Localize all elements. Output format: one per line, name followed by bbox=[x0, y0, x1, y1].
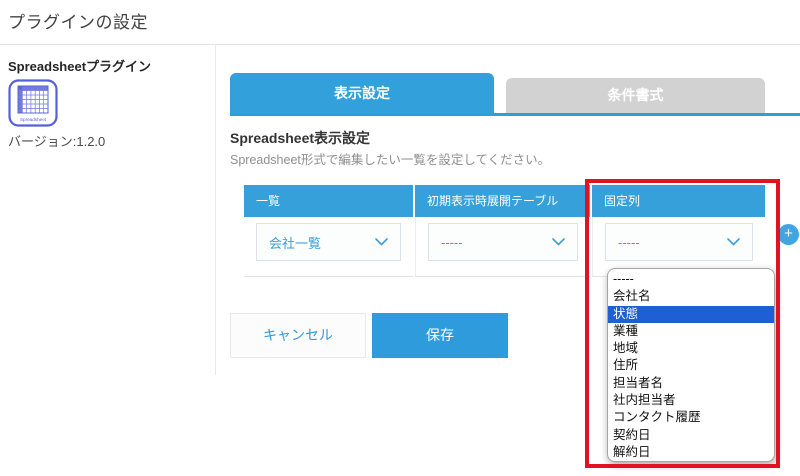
sidebar-divider bbox=[215, 45, 216, 375]
fixed-column-select[interactable]: ----- bbox=[605, 223, 753, 261]
expand-table-select-value: ----- bbox=[441, 235, 463, 250]
dropdown-option[interactable]: 会社名 bbox=[608, 288, 774, 305]
cancel-button[interactable]: キャンセル bbox=[230, 313, 366, 358]
dropdown-option[interactable]: 担当者名 bbox=[608, 375, 774, 392]
spreadsheet-plugin-icon: Spreadsheet bbox=[8, 79, 58, 127]
page-title: プラグインの設定 bbox=[8, 8, 148, 33]
list-select-value: 会社一覧 bbox=[269, 233, 321, 252]
column-header-fixed: 固定列 bbox=[592, 185, 765, 217]
config-table: 一覧 会社一覧 初期表示時展開テーブル ----- 固定列 ----- bbox=[244, 185, 765, 277]
list-select[interactable]: 会社一覧 bbox=[256, 223, 401, 261]
chevron-down-icon bbox=[552, 238, 565, 246]
chevron-down-icon bbox=[375, 238, 388, 246]
column-header-expand-table: 初期表示時展開テーブル bbox=[415, 185, 590, 217]
column-body-list: 会社一覧 bbox=[244, 217, 413, 277]
fixed-column-dropdown-popup: ----- 会社名 状態 業種 地域 住所 担当者名 社内担当者 コンタクト履歴… bbox=[607, 268, 775, 462]
add-row-button[interactable]: + bbox=[778, 224, 799, 245]
dropdown-option-selected[interactable]: 状態 bbox=[608, 306, 774, 323]
column-body-expand-table: ----- bbox=[415, 217, 590, 277]
section-description: Spreadsheet形式で編集したい一覧を設定してください。 bbox=[230, 149, 550, 168]
dropdown-option[interactable]: 業種 bbox=[608, 323, 774, 340]
column-header-list: 一覧 bbox=[244, 185, 413, 217]
dropdown-option[interactable]: 契約日 bbox=[608, 427, 774, 444]
section-title: Spreadsheet表示設定 bbox=[230, 128, 370, 148]
fixed-column-select-value: ----- bbox=[618, 235, 640, 250]
save-button[interactable]: 保存 bbox=[372, 313, 508, 358]
plugin-version: バージョン:1.2.0 bbox=[8, 131, 105, 150]
plugin-icon-label: Spreadsheet bbox=[20, 117, 47, 122]
tab-conditional-format[interactable]: 条件書式 bbox=[506, 78, 765, 113]
dropdown-option[interactable]: 住所 bbox=[608, 357, 774, 374]
column-list: 一覧 会社一覧 bbox=[244, 185, 413, 277]
dropdown-option[interactable]: 地域 bbox=[608, 340, 774, 357]
plugin-name: Spreadsheetプラグイン bbox=[8, 56, 151, 75]
tab-display-settings[interactable]: 表示設定 bbox=[230, 73, 494, 113]
dropdown-option[interactable]: コンタクト履歴 bbox=[608, 409, 774, 426]
column-expand-table: 初期表示時展開テーブル ----- bbox=[415, 185, 590, 277]
expand-table-select[interactable]: ----- bbox=[428, 223, 578, 261]
dropdown-option[interactable]: 社内担当者 bbox=[608, 392, 774, 409]
chevron-down-icon bbox=[727, 238, 740, 246]
column-fixed: 固定列 ----- bbox=[592, 185, 765, 277]
dropdown-option[interactable]: 解約日 bbox=[608, 444, 774, 461]
dropdown-option[interactable]: ----- bbox=[608, 271, 774, 288]
dropdown-option-list: ----- 会社名 状態 業種 地域 住所 担当者名 社内担当者 コンタクト履歴… bbox=[608, 271, 774, 461]
tab-underline bbox=[230, 113, 800, 116]
horizontal-divider bbox=[0, 44, 800, 45]
